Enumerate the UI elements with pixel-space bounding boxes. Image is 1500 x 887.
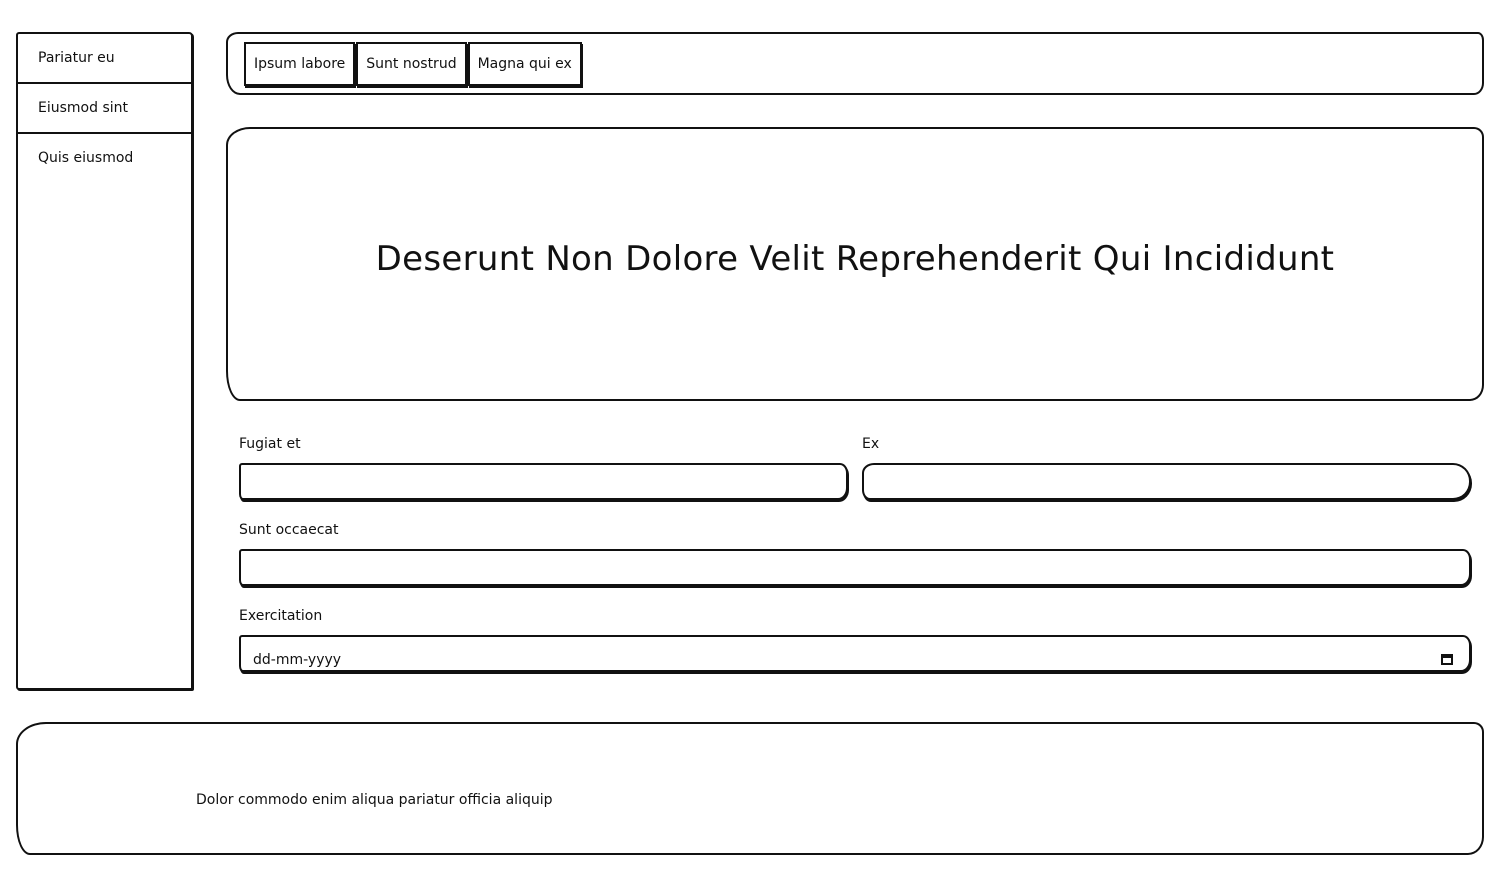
calendar-icon[interactable]	[1441, 654, 1453, 665]
page-title: Deserunt Non Dolore Velit Reprehenderit …	[375, 239, 1335, 279]
tab-magna-qui-ex[interactable]: Magna qui ex	[467, 42, 582, 86]
sidebar-item-label: Eiusmod sint	[38, 100, 128, 116]
sidebar: Pariatur eu Eiusmod sint Quis eiusmod	[16, 32, 193, 690]
form: Fugiat et Ex Sunt occaecat Exercitation …	[239, 432, 1471, 672]
tab-list: Ipsum labore Sunt nostrud Magna qui ex	[244, 42, 583, 86]
sidebar-item-label: Quis eiusmod	[38, 150, 134, 166]
sidebar-item-label: Pariatur eu	[38, 50, 115, 66]
ex-label: Ex	[862, 436, 880, 452]
date-field-wrapper: dd-mm-yyyy	[239, 635, 1471, 672]
sidebar-item-eiusmod-sint[interactable]: Eiusmod sint	[18, 84, 191, 134]
form-field-exercitation: Exercitation dd-mm-yyyy	[239, 604, 1471, 672]
form-field-fugiat-et: Fugiat et	[239, 432, 848, 500]
exercitation-date-input[interactable]	[239, 635, 1471, 672]
sunt-occaecat-input[interactable]	[239, 549, 1471, 586]
sidebar-item-quis-eiusmod[interactable]: Quis eiusmod	[18, 134, 191, 184]
fugiat-et-input[interactable]	[239, 463, 848, 500]
form-field-sunt-occaecat: Sunt occaecat	[239, 518, 1471, 586]
tab-bar: Ipsum labore Sunt nostrud Magna qui ex	[226, 32, 1484, 95]
fugiat-et-label: Fugiat et	[239, 436, 301, 452]
exercitation-label: Exercitation	[239, 608, 323, 624]
footer: Dolor commodo enim aliqua pariatur offic…	[16, 722, 1484, 855]
form-field-ex: Ex	[862, 432, 1471, 500]
tab-sunt-nostrud[interactable]: Sunt nostrud	[356, 42, 467, 86]
sidebar-item-pariatur-eu[interactable]: Pariatur eu	[18, 34, 191, 84]
tab-ipsum-labore[interactable]: Ipsum labore	[244, 42, 356, 86]
hero-banner: Deserunt Non Dolore Velit Reprehenderit …	[226, 127, 1484, 401]
ex-input[interactable]	[862, 463, 1471, 500]
form-row: Fugiat et Ex	[239, 432, 1471, 500]
footer-text: Dolor commodo enim aliqua pariatur offic…	[196, 792, 553, 808]
sunt-occaecat-label: Sunt occaecat	[239, 522, 339, 538]
